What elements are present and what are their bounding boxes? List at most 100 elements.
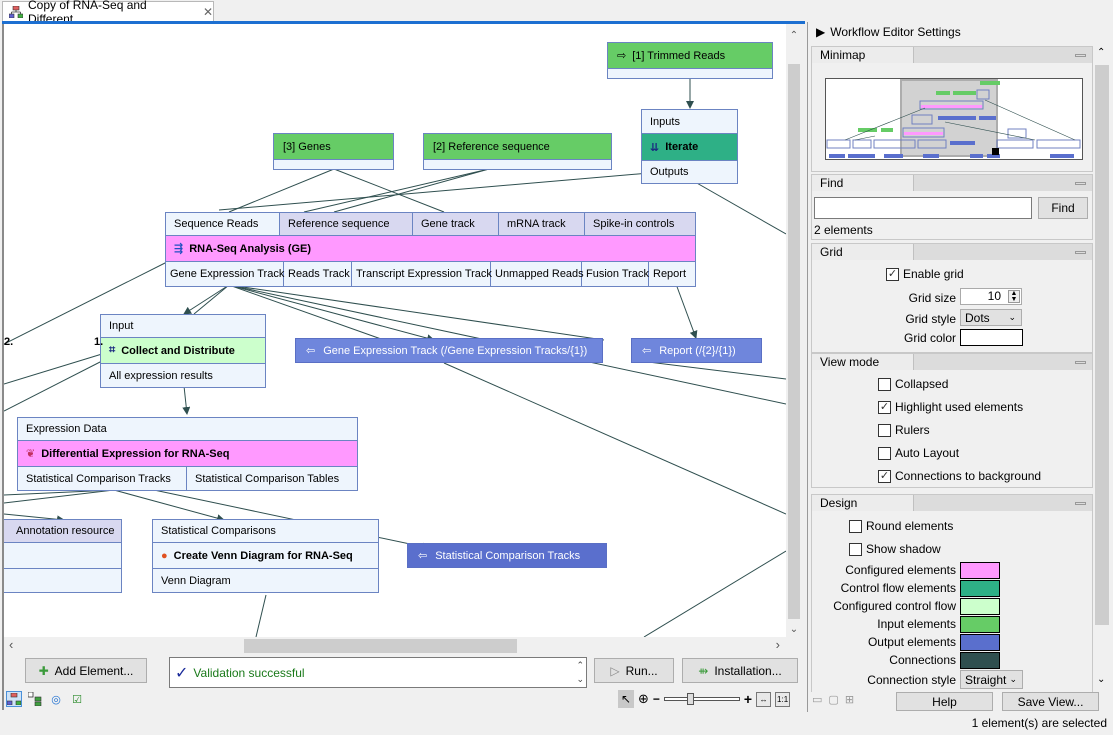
scroll-up-icon[interactable]: ⌃ bbox=[788, 30, 800, 41]
port-unmapped-reads[interactable]: Unmapped Reads bbox=[491, 262, 584, 286]
save-view-button[interactable]: Save View... bbox=[1002, 692, 1099, 711]
minimize-icon[interactable] bbox=[1075, 502, 1086, 505]
port-statistical-comparison-tracks[interactable]: Statistical Comparison Tracks bbox=[18, 467, 187, 490]
port-sequence-reads[interactable]: Sequence Reads bbox=[166, 213, 280, 235]
input-reference-sequence[interactable]: [2] Reference sequence bbox=[423, 133, 612, 170]
port-annotation-resource[interactable]: Annotation resource bbox=[4, 520, 122, 542]
enable-grid-checkbox[interactable]: ✓ Enable grid bbox=[886, 267, 964, 281]
collect-input-port[interactable]: Input bbox=[101, 315, 141, 337]
checkbox-unchecked[interactable] bbox=[849, 542, 862, 556]
scroll-left-icon[interactable]: ‹ bbox=[9, 637, 13, 652]
input-elements-color[interactable] bbox=[960, 616, 1000, 633]
scroll-right-icon[interactable]: › bbox=[776, 637, 780, 652]
folder-icon[interactable]: ▢ bbox=[828, 693, 838, 706]
checkbox-checked[interactable]: ✓ bbox=[878, 469, 891, 483]
canvas-vertical-scrollbar[interactable]: ⌃ ⌄ bbox=[786, 24, 802, 637]
differential-expression-node[interactable]: Expression Data ❦ Differential Expression… bbox=[17, 417, 358, 491]
run-button[interactable]: ▷ Run... bbox=[594, 658, 674, 683]
rulers-checkbox[interactable]: Rulers bbox=[878, 423, 930, 437]
validation-view-icon[interactable]: ☑ bbox=[69, 691, 85, 707]
workflow-tab[interactable]: Copy of RNA-Seq and Different... ✕ bbox=[2, 0, 214, 26]
fit-width-icon[interactable]: ↔ bbox=[756, 691, 772, 707]
workflow-canvas[interactable]: ⇨ [1] Trimmed Reads [3] Genes [2] Referen… bbox=[4, 24, 786, 637]
close-tab-icon[interactable]: ✕ bbox=[203, 5, 213, 19]
add-element-button[interactable]: ✚ Add Element... bbox=[25, 658, 147, 683]
installation-button[interactable]: ⇻ Installation... bbox=[682, 658, 798, 683]
connection-style-select[interactable]: Straight ⌄ bbox=[960, 670, 1023, 689]
minimize-icon[interactable] bbox=[1075, 54, 1086, 57]
canvas-horizontal-scrollbar[interactable]: ‹ › bbox=[4, 637, 786, 653]
output-gene-expression-track[interactable]: ⇦ Gene Expression Track (/Gene Expression… bbox=[295, 338, 603, 363]
port-mrna-track[interactable]: mRNA track bbox=[499, 213, 585, 235]
workflow-view-icon[interactable] bbox=[6, 691, 22, 707]
scrollbar-thumb[interactable] bbox=[1095, 65, 1109, 625]
scroll-down-icon[interactable]: ⌄ bbox=[1097, 674, 1105, 685]
find-button[interactable]: Find bbox=[1038, 197, 1088, 219]
venn-output-port[interactable]: Venn Diagram bbox=[153, 569, 239, 592]
highlight-used-elements-checkbox[interactable]: ✓ Highlight used elements bbox=[878, 400, 1023, 414]
scroll-up-icon[interactable]: ⌃ bbox=[576, 660, 584, 671]
input-genes[interactable]: [3] Genes bbox=[273, 133, 394, 170]
port-gene-track[interactable]: Gene track bbox=[413, 213, 499, 235]
configured-elements-color[interactable] bbox=[960, 562, 1000, 579]
configured-control-flow-color[interactable] bbox=[960, 598, 1000, 615]
grid-style-select[interactable]: Dots ⌄ bbox=[960, 309, 1022, 326]
auto-layout-checkbox[interactable]: Auto Layout bbox=[878, 446, 959, 460]
port-gene-expression-track[interactable]: Gene Expression Track bbox=[166, 262, 284, 286]
venn-input-port[interactable]: Statistical Comparisons bbox=[153, 520, 284, 542]
dock-icon[interactable]: ⊞ bbox=[845, 693, 854, 706]
port-reads-track[interactable]: Reads Track bbox=[284, 262, 352, 286]
port-reference-sequence[interactable]: Reference sequence bbox=[280, 213, 413, 235]
rnaseq-analysis-node[interactable]: Sequence Reads Reference sequence Gene t… bbox=[165, 212, 696, 287]
collect-output-port[interactable]: All expression results bbox=[101, 364, 221, 387]
find-input[interactable] bbox=[814, 197, 1032, 219]
checkbox-unchecked[interactable] bbox=[878, 423, 891, 437]
panel-scrollbar[interactable]: ⌃ ⌄ bbox=[1093, 45, 1111, 687]
collapsed-checkbox[interactable]: Collapsed bbox=[878, 377, 948, 391]
port-spike-in-controls[interactable]: Spike-in controls bbox=[585, 213, 695, 235]
checkbox-checked[interactable]: ✓ bbox=[886, 267, 899, 281]
connections-color[interactable] bbox=[960, 652, 1000, 669]
checkbox-checked[interactable]: ✓ bbox=[878, 400, 891, 414]
scrollbar-thumb[interactable] bbox=[788, 64, 800, 619]
zoom-tool-icon[interactable]: ⊕ bbox=[638, 691, 649, 707]
collapse-panel-icon[interactable]: ▶ bbox=[816, 25, 825, 39]
port-statistical-comparison-tables[interactable]: Statistical Comparison Tables bbox=[187, 467, 357, 490]
output-statistical-comparison-tracks[interactable]: ⇦ Statistical Comparison Tracks bbox=[407, 543, 607, 568]
output-report[interactable]: ⇦ Report (/{2}/{1}) bbox=[631, 338, 762, 363]
checkbox-unchecked[interactable] bbox=[849, 519, 862, 533]
scroll-up-icon[interactable]: ⌃ bbox=[1097, 47, 1105, 58]
control-flow-elements-color[interactable] bbox=[960, 580, 1000, 597]
venn-diagram-node[interactable]: Statistical Comparisons ● Create Venn Dia… bbox=[152, 519, 379, 593]
scroll-down-icon[interactable]: ⌄ bbox=[788, 624, 800, 635]
iterate-node[interactable]: Inputs ⇊ Iterate Outputs bbox=[641, 109, 738, 184]
minimize-icon[interactable] bbox=[1075, 251, 1086, 254]
collect-distribute-node[interactable]: Input ⌗ Collect and Distribute All expres… bbox=[100, 314, 266, 388]
spinner-arrows-icon[interactable]: ▲ ▼ bbox=[1008, 290, 1020, 303]
help-button[interactable]: Help bbox=[896, 692, 993, 711]
pointer-tool-icon[interactable]: ↖ bbox=[618, 690, 634, 708]
actual-size-icon[interactable]: 1:1 bbox=[775, 691, 791, 707]
scroll-down-icon[interactable]: ⌄ bbox=[576, 674, 584, 685]
minimize-icon[interactable] bbox=[1075, 182, 1086, 185]
zoom-out-icon[interactable]: − bbox=[653, 692, 660, 706]
minimize-all-icon[interactable]: ▭ bbox=[812, 693, 822, 706]
grid-color-swatch[interactable] bbox=[960, 329, 1023, 346]
minimize-icon[interactable] bbox=[1075, 361, 1086, 364]
port-report[interactable]: Report bbox=[649, 262, 695, 286]
zoom-in-icon[interactable]: + bbox=[744, 691, 752, 707]
grid-size-spinner[interactable]: 10 ▲ ▼ bbox=[960, 288, 1022, 305]
diffexp-input-port[interactable]: Expression Data bbox=[18, 418, 115, 440]
annotation-node[interactable]: Annotation resource bbox=[4, 519, 122, 593]
connections-to-background-checkbox[interactable]: ✓ Connections to background bbox=[878, 469, 1041, 483]
minimap[interactable] bbox=[825, 78, 1083, 160]
scrollbar-thumb[interactable] bbox=[244, 639, 517, 653]
output-elements-color[interactable] bbox=[960, 634, 1000, 651]
round-elements-checkbox[interactable]: Round elements bbox=[849, 519, 953, 533]
input-trimmed-reads[interactable]: ⇨ [1] Trimmed Reads bbox=[607, 42, 773, 79]
tree-view-icon[interactable] bbox=[27, 691, 43, 707]
port-fusion-track[interactable]: Fusion Track bbox=[582, 262, 649, 286]
checkbox-unchecked[interactable] bbox=[878, 377, 891, 391]
show-shadow-checkbox[interactable]: Show shadow bbox=[849, 542, 941, 556]
history-view-icon[interactable]: ◎ bbox=[48, 691, 64, 707]
